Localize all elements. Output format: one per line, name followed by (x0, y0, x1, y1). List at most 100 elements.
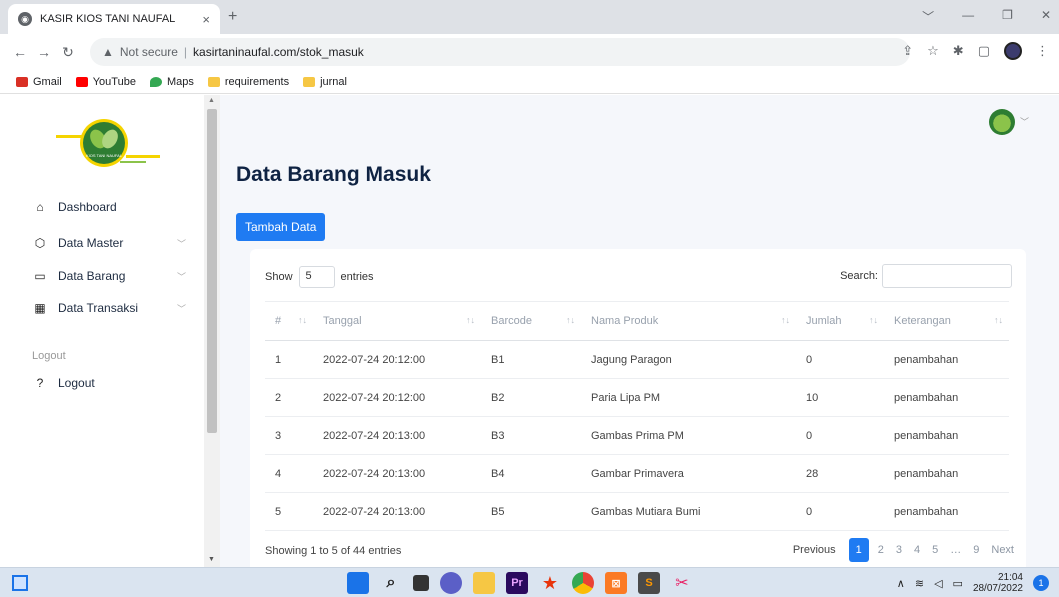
entries-select[interactable]: 5 (298, 266, 335, 288)
security-label: Not secure (119, 45, 178, 59)
star-icon[interactable]: ☆ (927, 43, 939, 59)
pagination-page-3[interactable]: 3 (890, 538, 908, 562)
brand-logo[interactable]: KIOS TANI NAUFAL (56, 113, 160, 173)
sidebar-item-logout[interactable]: ? Logout (32, 376, 192, 390)
notification-badge[interactable]: 1 (1033, 575, 1049, 591)
credit-card-icon: ▭ (34, 269, 46, 283)
pagination-ellipsis: … (950, 544, 962, 556)
browser-tab-bar: ◉ KASIR KIOS TANI NAUFAL × + ﹀ — ❐ ✕ (0, 0, 1059, 34)
chevron-down-icon: ﹀ (176, 271, 186, 282)
star-app-icon[interactable]: ★ (539, 572, 561, 594)
warning-icon: ▲ (102, 45, 114, 59)
menu-icon[interactable]: ⋮ (1036, 43, 1049, 59)
add-data-button[interactable]: Tambah Data (236, 213, 326, 241)
sort-icon: ↑↓ (994, 315, 1003, 325)
folder-icon (207, 76, 220, 87)
bookmark-jurnal[interactable]: jurnal (303, 76, 347, 88)
chevron-down-icon: ﹀ (176, 238, 186, 249)
sidebar-item-data-transaksi[interactable]: ▦ Data Transaksi ﹀ (32, 301, 192, 315)
volume-icon[interactable]: ◁ (934, 577, 942, 590)
forward-icon[interactable]: → (32, 44, 56, 60)
sidebar-scrollbar[interactable]: ▲ ▼ (204, 95, 220, 567)
search-input[interactable] (882, 264, 1012, 288)
table-row: 1 2022-07-24 20:12:00 B1 Jagung Paragon … (265, 340, 1009, 379)
column-header-number[interactable]: # ↑↓ (265, 301, 313, 341)
clock[interactable]: 21:04 28/07/2022 (973, 572, 1023, 594)
pagination-page-4[interactable]: 4 (908, 538, 926, 562)
pagination-previous[interactable]: Previous (787, 538, 842, 562)
tab-close-icon[interactable]: × (202, 12, 210, 27)
page-title: Data Barang Masuk (236, 163, 431, 186)
column-header-nama-produk[interactable]: Nama Produk ↑↓ (581, 301, 796, 341)
user-avatar[interactable] (989, 109, 1015, 135)
back-icon[interactable]: ← (8, 44, 32, 60)
logo-text: KIOS TANI NAUFAL (86, 153, 123, 158)
sort-icon: ↑↓ (566, 315, 575, 325)
window-controls: ﹀ — ❐ ✕ (922, 8, 1051, 25)
pagination-page-5[interactable]: 5 (926, 538, 944, 562)
column-header-jumlah[interactable]: Jumlah ↑↓ (796, 301, 884, 341)
chrome-icon[interactable] (572, 572, 594, 594)
sidebar-item-dashboard[interactable]: ⌂ Dashboard (32, 200, 192, 214)
bookmark-maps[interactable]: Maps (149, 76, 194, 88)
column-header-tanggal[interactable]: Tanggal ↑↓ (313, 301, 481, 341)
bookmarks-bar: Gmail YouTube Maps requirements jurnal (0, 70, 1059, 94)
column-header-keterangan[interactable]: Keterangan ↑↓ (884, 301, 1009, 341)
sidebar-item-data-barang[interactable]: ▭ Data Barang ﹀ (32, 269, 192, 283)
folder-icon (303, 76, 316, 87)
chat-icon[interactable] (440, 572, 462, 594)
url-text: kasirtaninaufal.com/stok_masuk (193, 45, 364, 59)
wifi-icon[interactable]: ≋ (915, 577, 924, 590)
bookmark-requirements[interactable]: requirements (207, 76, 289, 88)
pagination-page-1[interactable]: 1 (848, 538, 869, 562)
extensions-icon[interactable]: ✱ (953, 43, 964, 59)
pagination-page-2[interactable]: 2 (872, 538, 890, 562)
windows-start-icon[interactable] (347, 572, 369, 594)
table-row: 5 2022-07-24 20:13:00 B5 Gambas Mutiara … (265, 492, 1009, 531)
xampp-icon[interactable]: ⊠ (605, 572, 627, 594)
new-tab-button[interactable]: + (228, 8, 237, 26)
toolbar-icons: ⇪ ☆ ✱ ▢ ⋮ (902, 42, 1049, 60)
share-icon[interactable]: ⇪ (902, 43, 913, 59)
column-header-barcode[interactable]: Barcode ↑↓ (481, 301, 581, 341)
table-header-row: # ↑↓ Tanggal ↑↓ Barcode ↑↓ Nama Produk ↑↓ Ju… (265, 301, 1009, 341)
search-icon[interactable]: ⌕ (380, 572, 402, 594)
address-bar: ← → ↻ ▲ Not secure | kasirtaninaufal.com… (0, 34, 1059, 70)
minimize-icon[interactable]: — (962, 8, 974, 25)
tray-chevron-icon[interactable]: ∧ (897, 577, 905, 590)
pagination-next[interactable]: Next (985, 538, 1020, 562)
snipping-tool-icon[interactable]: ✂ (671, 572, 693, 594)
file-explorer-icon[interactable] (473, 572, 495, 594)
sidebar-item-data-master[interactable]: ⬡ Data Master ﹀ (32, 236, 192, 250)
tab-search-icon[interactable]: ﹀ (922, 8, 934, 25)
browser-tab[interactable]: ◉ KASIR KIOS TANI NAUFAL × (8, 4, 220, 34)
sort-icon: ↑↓ (466, 315, 475, 325)
chevron-down-icon: ﹀ (176, 303, 186, 314)
globe-icon: ◉ (18, 12, 32, 26)
chevron-down-icon[interactable]: ﹀ (1020, 115, 1029, 128)
tab-title: KASIR KIOS TANI NAUFAL (40, 13, 176, 25)
maximize-icon[interactable]: ❐ (1002, 8, 1013, 25)
bookmark-youtube[interactable]: YouTube (75, 76, 136, 88)
scroll-down-icon[interactable]: ▼ (208, 556, 215, 563)
task-view-icon[interactable] (413, 575, 429, 591)
scroll-up-icon[interactable]: ▲ (208, 97, 215, 104)
pagination: Previous 1 2 3 4 5 … 9 Next (787, 538, 1020, 562)
table-row: 3 2022-07-24 20:13:00 B3 Gambas Prima PM… (265, 416, 1009, 455)
sublime-icon[interactable]: S (638, 572, 660, 594)
close-window-icon[interactable]: ✕ (1041, 8, 1051, 25)
premiere-icon[interactable]: Pr (506, 572, 528, 594)
home-icon: ⌂ (36, 200, 44, 214)
bookmark-gmail[interactable]: Gmail (16, 76, 62, 88)
widgets-icon[interactable] (12, 575, 28, 591)
url-input[interactable]: ▲ Not secure | kasirtaninaufal.com/stok_… (90, 38, 910, 66)
pagination-page-9[interactable]: 9 (967, 538, 985, 562)
profile-icon[interactable] (1004, 42, 1022, 60)
sidepanel-icon[interactable]: ▢ (978, 43, 990, 59)
reload-icon[interactable]: ↻ (56, 44, 80, 61)
scrollbar-thumb[interactable] (207, 109, 217, 433)
battery-icon[interactable]: ▭ (953, 577, 963, 590)
entries-length-control: Show 5 entries (265, 266, 374, 288)
help-circle-icon: ? (36, 376, 44, 390)
system-tray: ∧ ≋ ◁ ▭ 21:04 28/07/2022 1 (897, 572, 1049, 594)
